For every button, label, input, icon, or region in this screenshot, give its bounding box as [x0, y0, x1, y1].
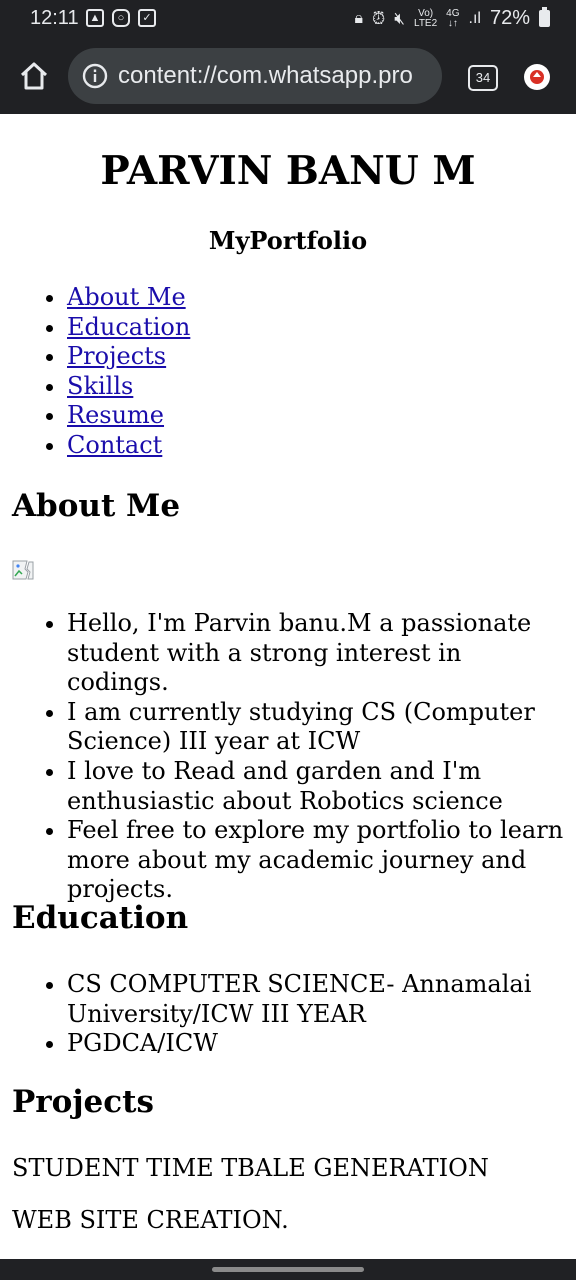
alarm-icon: ⏰︎ [372, 8, 386, 28]
nav-item-contact: Contact [67, 431, 190, 461]
tab-switcher-button[interactable]: 34 [468, 65, 498, 91]
url-text[interactable]: content://com.whatsapp.pro [118, 62, 434, 90]
lock-icon: 🔒︎ [354, 9, 364, 27]
mute-icon: 🔇︎ [394, 8, 405, 28]
notification-icons: ▲ ○ ✓ [86, 9, 156, 27]
education-list: CS COMPUTER SCIENCE- Annamalai Universit… [12, 970, 564, 1059]
about-list: Hello, I'm Parvin banu.M a passionate st… [12, 609, 564, 905]
status-bar: 12:11 ▲ ○ ✓ 🔒︎ ⏰︎ 🔇︎ Vo) LTE2 4G ↓↑ .ıl 72… [0, 0, 576, 38]
projects-heading: Projects [12, 1084, 154, 1120]
nav-link-projects[interactable]: Projects [67, 342, 166, 370]
broken-image-icon [12, 560, 34, 580]
check-notification-icon: ✓ [138, 9, 156, 27]
nav-item-about: About Me [67, 283, 190, 313]
nav-link-about[interactable]: About Me [67, 283, 186, 311]
project-item: STUDENT TIME TBALE GENERATION [12, 1154, 489, 1182]
gallery-notification-icon: ▲ [86, 9, 104, 27]
battery-icon [539, 7, 550, 27]
signal-icon: .ıl [468, 9, 481, 27]
nav-list: About Me Education Projects Skills Resum… [12, 283, 190, 461]
list-item: Feel free to explore my portfolio to lea… [67, 816, 564, 905]
project-item: WEB SITE CREATION. [12, 1206, 289, 1234]
instagram-notification-icon: ○ [112, 9, 130, 27]
list-item: I am currently studying CS (Computer Sci… [67, 698, 564, 757]
list-item: I love to Read and garden and I'm enthus… [67, 757, 564, 816]
status-time: 12:11 [30, 7, 79, 29]
nav-link-skills[interactable]: Skills [67, 372, 133, 400]
volte-indicator: Vo) LTE2 [414, 7, 438, 29]
nav-link-resume[interactable]: Resume [67, 401, 164, 429]
gesture-handle[interactable] [212, 1267, 364, 1272]
nav-item-skills: Skills [67, 372, 190, 402]
about-heading: About Me [12, 488, 181, 524]
list-item: CS COMPUTER SCIENCE- Annamalai Universit… [67, 970, 564, 1029]
nav-link-education[interactable]: Education [67, 313, 190, 341]
info-icon[interactable] [82, 63, 108, 89]
page-title: PARVIN BANU M [100, 148, 476, 194]
address-bar[interactable]: content://com.whatsapp.pro [68, 48, 442, 104]
home-icon[interactable] [18, 60, 50, 92]
nav-link-contact[interactable]: Contact [67, 431, 162, 459]
system-icons: 🔒︎ ⏰︎ 🔇︎ Vo) LTE2 4G ↓↑ .ıl 72% [354, 7, 550, 30]
page-subtitle: MyPortfolio [208, 226, 368, 255]
list-item: Hello, I'm Parvin banu.M a passionate st… [67, 609, 564, 698]
navigation-bar [0, 1259, 576, 1280]
nav-item-resume: Resume [67, 401, 190, 431]
nav-item-projects: Projects [67, 342, 190, 372]
battery-percent: 72% [489, 7, 530, 29]
education-heading: Education [12, 900, 189, 936]
network-type-indicator: 4G ↓↑ [446, 7, 460, 29]
list-item: PGDCA/ICW [67, 1029, 564, 1059]
update-icon[interactable] [524, 64, 550, 90]
browser-toolbar: content://com.whatsapp.pro 34 [0, 38, 576, 114]
nav-item-education: Education [67, 313, 190, 343]
